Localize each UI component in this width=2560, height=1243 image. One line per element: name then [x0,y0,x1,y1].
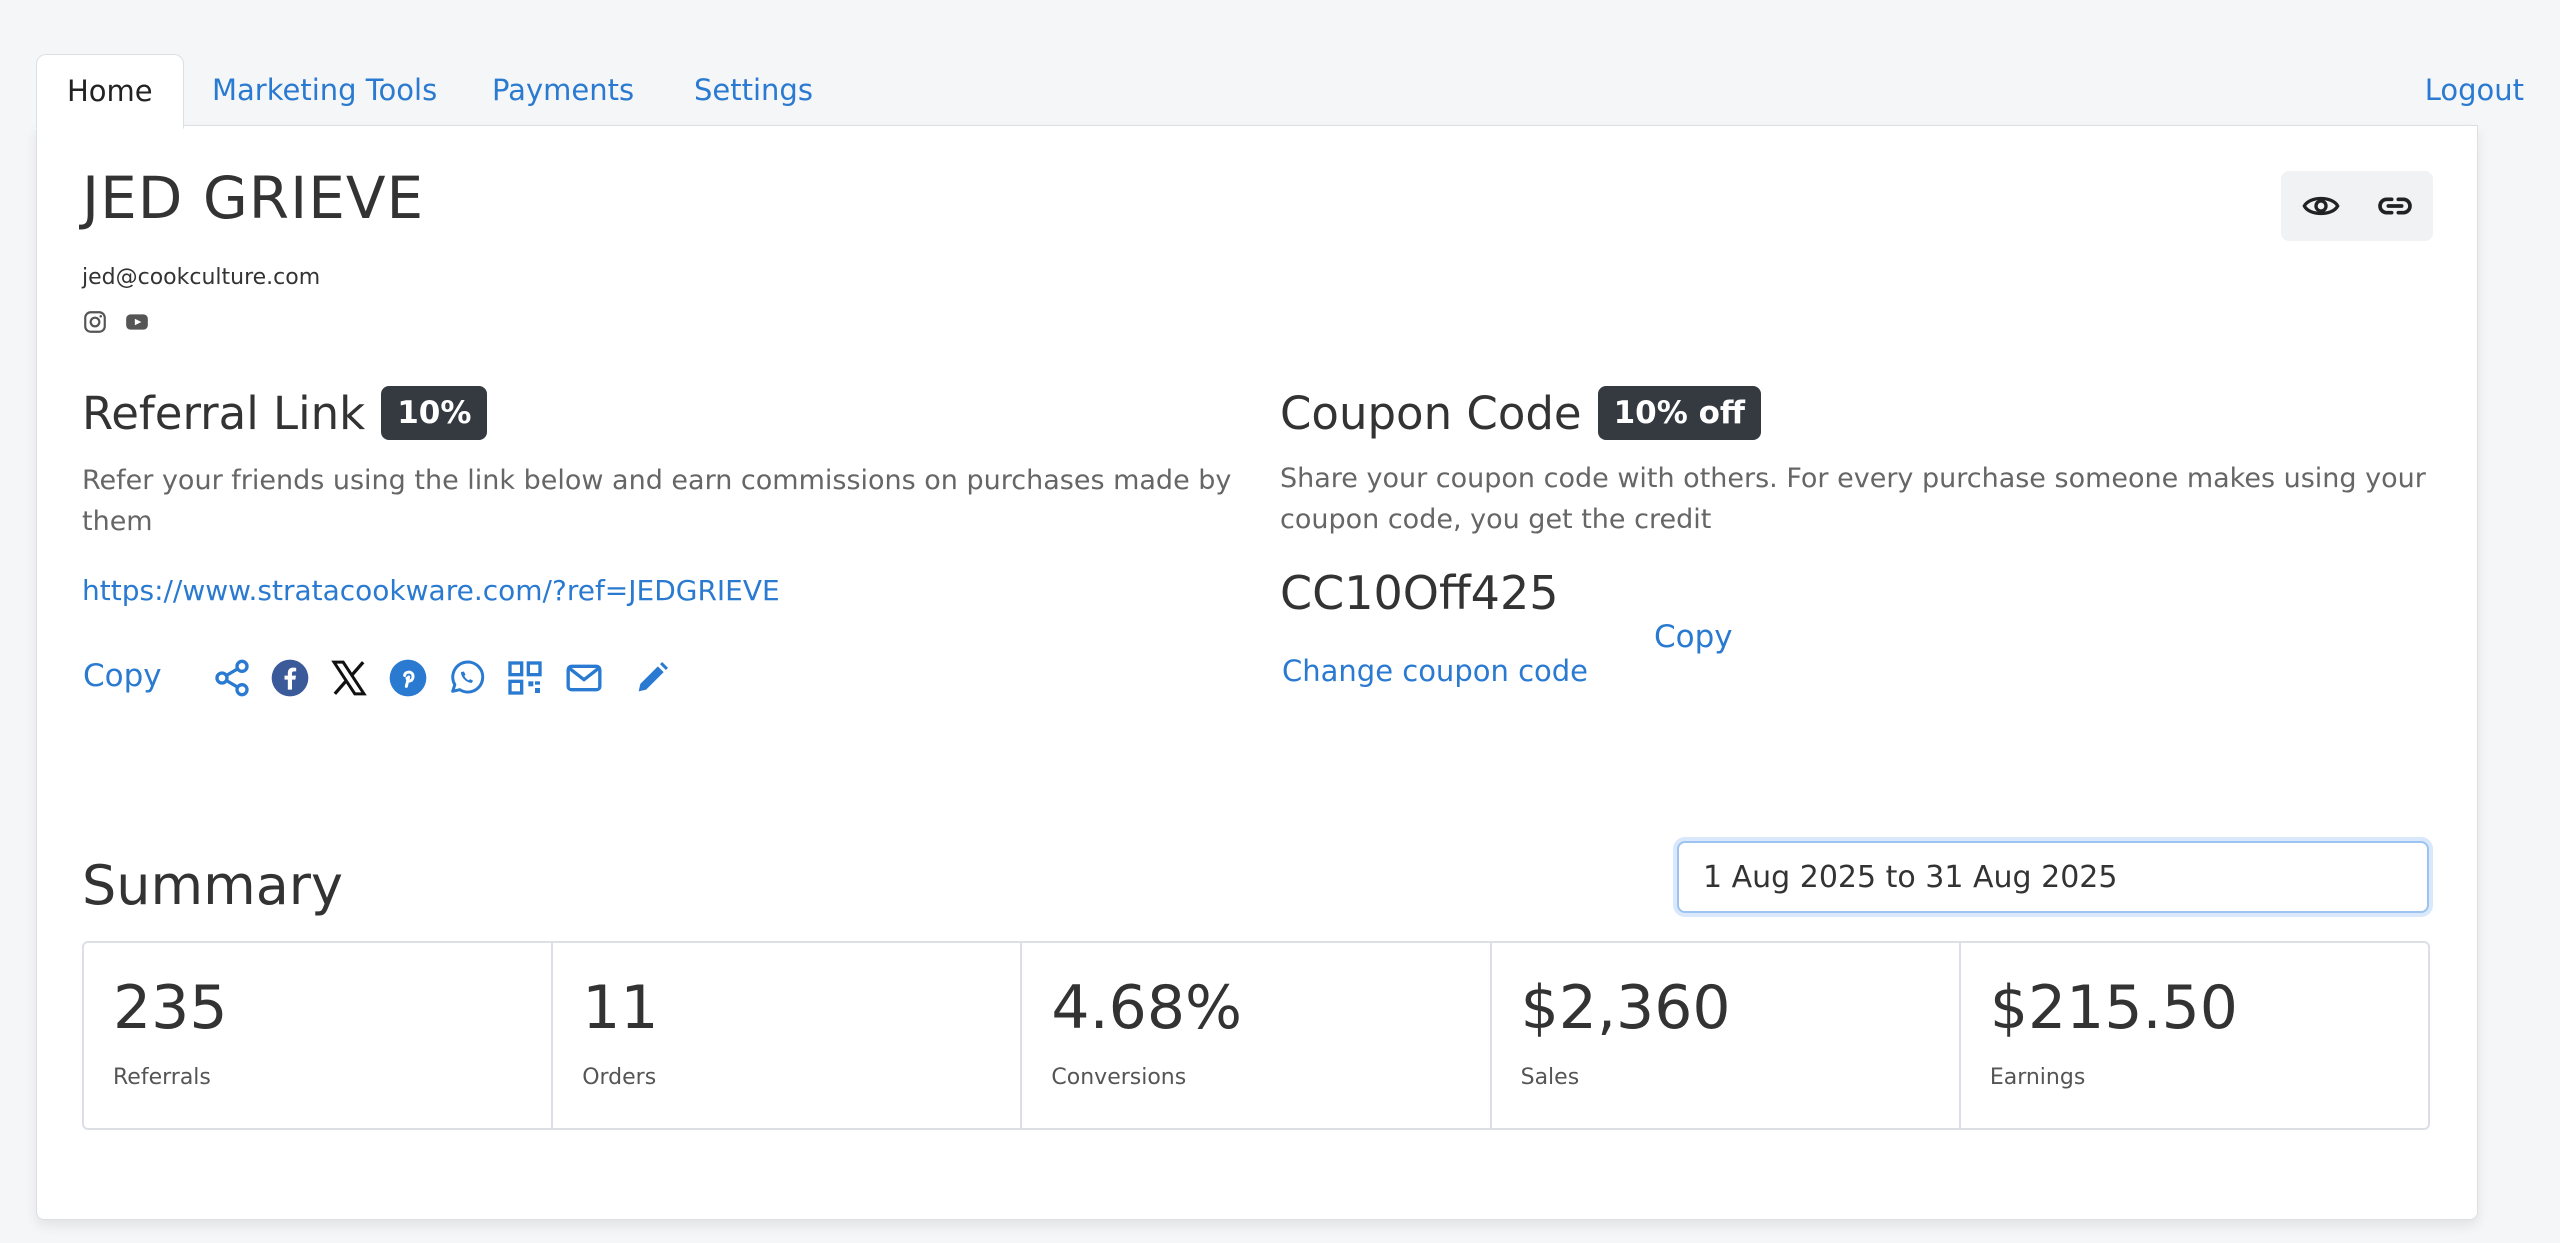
coupon-heading: Coupon Code 10% off [1280,386,1762,440]
affiliate-email: jed@cookculture.com [82,265,321,290]
referral-description: Refer your friends using the link below … [82,465,1232,537]
summary-stats: 235 Referrals 11 Orders 4.68% Conversion… [82,941,2430,1130]
stat-value: 235 [113,973,228,1043]
coupon-discount-badge: 10% off [1597,386,1762,440]
stat-value: 11 [582,973,659,1043]
link-icon[interactable] [2375,186,2415,226]
stat-label: Earnings [1989,1065,2086,1090]
stat-label: Conversions [1051,1065,1187,1090]
logout-link[interactable]: Logout [2425,54,2524,126]
tab-marketing-tools[interactable]: Marketing Tools [212,54,437,126]
summary-title: Summary [82,854,343,917]
instagram-icon[interactable] [82,309,108,335]
stat-earnings: $215.50 Earnings [1961,943,2428,1128]
coupon-description: Share your coupon code with others. For … [1280,463,2426,535]
change-coupon-code-link[interactable]: Change coupon code [1282,654,1588,688]
profile-actions [2281,171,2433,241]
tab-payments[interactable]: Payments [492,54,634,126]
stat-label: Referrals [113,1065,211,1090]
stat-label: Sales [1520,1065,1580,1090]
stat-orders: 11 Orders [553,943,1023,1128]
coupon-title: Coupon Code [1280,386,1582,440]
copy-coupon-button[interactable]: Copy [1654,619,1733,655]
x-icon[interactable] [329,658,369,698]
referral-title: Referral Link [82,386,366,440]
affiliate-name: JED GRIEVE [82,164,425,232]
eye-icon[interactable] [2301,186,2341,226]
stat-sales: $2,360 Sales [1492,943,1961,1128]
pinterest-icon[interactable] [388,658,428,698]
copy-referral-link-button[interactable]: Copy [83,658,162,694]
coupon-code: CC10Off425 [1280,566,1559,620]
youtube-icon[interactable] [124,309,150,335]
email-icon[interactable] [564,658,604,698]
stat-conversions: 4.68% Conversions [1022,943,1492,1128]
tab-settings[interactable]: Settings [694,54,813,126]
share-icon[interactable] [212,658,252,698]
edit-icon[interactable] [632,658,672,698]
qr-code-icon[interactable] [505,658,545,698]
stat-referrals: 235 Referrals [84,943,554,1128]
date-range-input[interactable] [1677,841,2429,913]
facebook-icon[interactable] [270,658,310,698]
referral-heading: Referral Link 10% [82,386,488,440]
tab-home[interactable]: Home [36,54,184,129]
referral-url[interactable]: https://www.stratacookware.com/?ref=JEDG… [82,574,780,607]
whatsapp-icon[interactable] [446,658,486,698]
stat-value: 4.68% [1051,973,1243,1043]
stat-label: Orders [582,1065,657,1090]
stat-value: $2,360 [1520,973,1731,1043]
top-nav-tabs: Home Marketing Tools Payments Settings L… [36,54,2524,129]
stat-value: $215.50 [1989,973,2238,1043]
referral-commission-badge: 10% [381,386,488,440]
affiliate-dashboard-card: JED GRIEVE jed@cookculture.com Referral … [36,125,2478,1220]
